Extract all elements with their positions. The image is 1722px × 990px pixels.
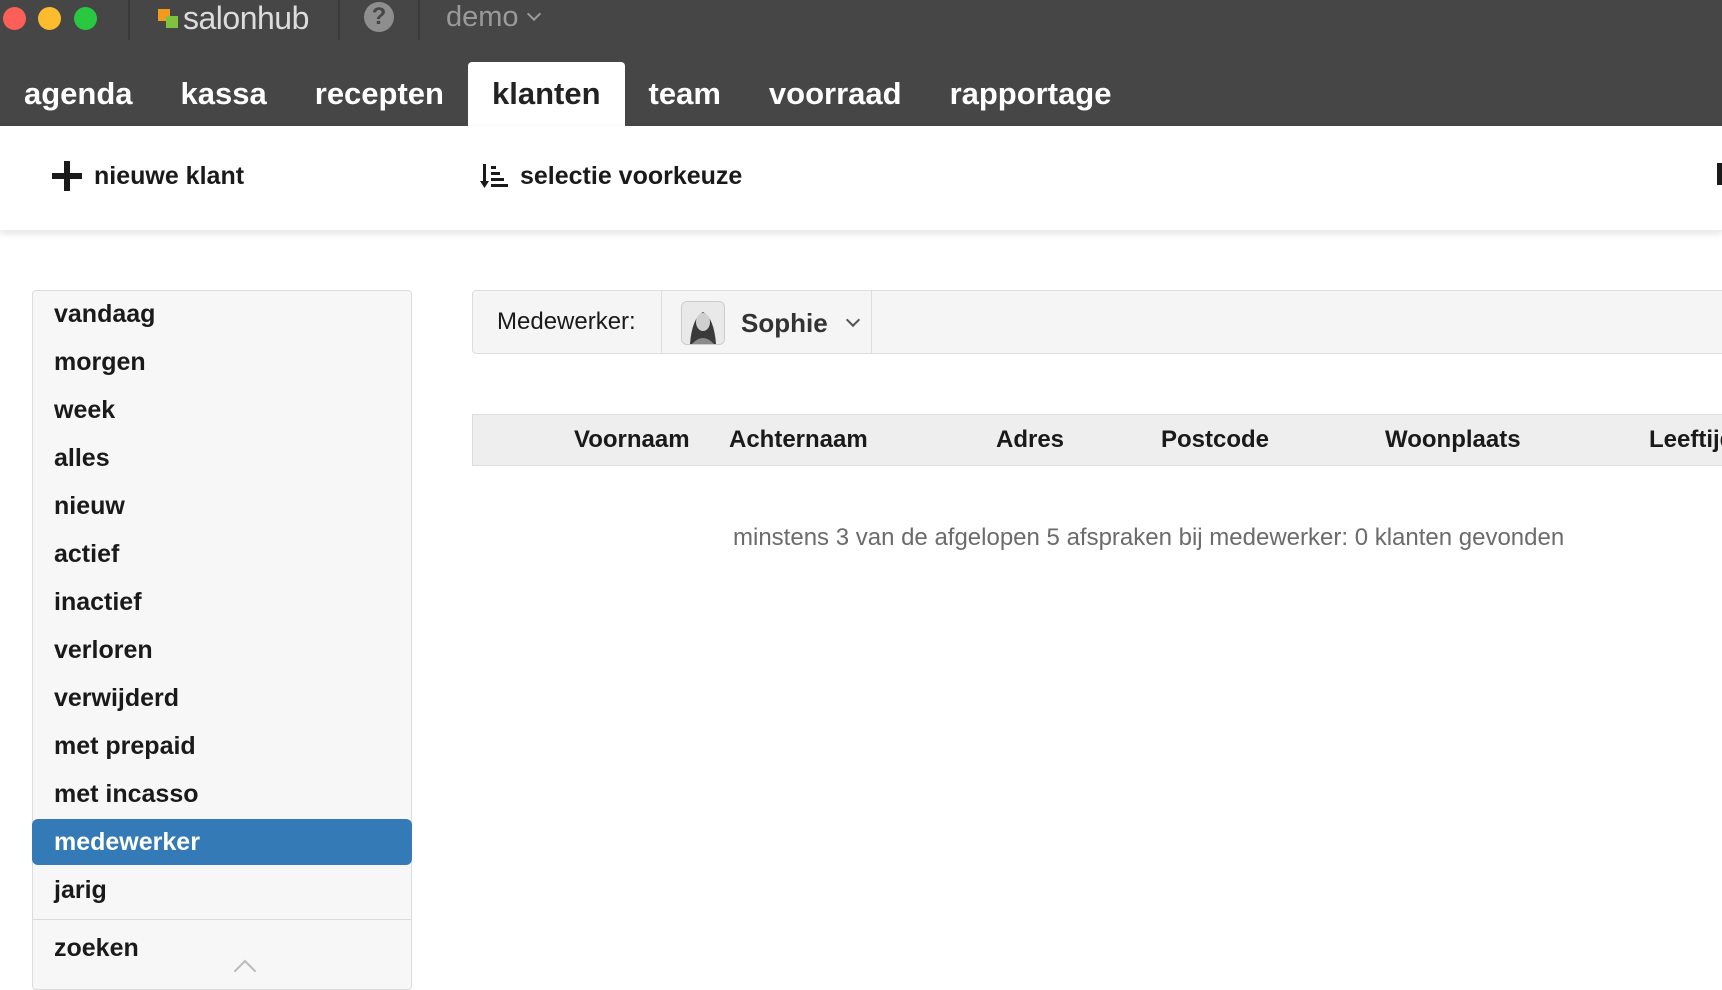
sidebar-item-jarig[interactable]: jarig — [32, 867, 412, 913]
selected-staff-name: Sophie — [741, 307, 828, 338]
sidebar-item-inactief[interactable]: inactief — [32, 579, 412, 625]
tab-rapportage[interactable]: rapportage — [926, 62, 1136, 126]
sidebar-item-medewerker[interactable]: medewerker — [32, 819, 412, 865]
sidebar-item-morgen[interactable]: morgen — [32, 339, 412, 385]
filter-divider — [661, 291, 662, 353]
logo-icon — [158, 7, 180, 29]
sidebar-item-met-incasso[interactable]: met incasso — [32, 771, 412, 817]
logo-text: salonhub — [183, 0, 309, 36]
tab-klanten[interactable]: klanten — [467, 62, 625, 126]
account-menu[interactable]: demo — [446, 0, 541, 34]
selection-preference-button[interactable]: selectie voorkeuze — [480, 156, 742, 196]
client-filter-sidebar: vandaag morgen week alles nieuw actief i… — [32, 290, 412, 990]
sidebar-item-zoeken[interactable]: zoeken — [32, 925, 412, 971]
toolbar-cutoff-item[interactable] — [1717, 163, 1722, 185]
staff-select[interactable]: Sophie — [681, 300, 860, 346]
action-toolbar: nieuwe klant selectie voorkeuze — [0, 126, 1722, 231]
account-label: demo — [446, 0, 519, 33]
tab-kassa[interactable]: kassa — [157, 62, 291, 126]
staff-filter-bar: Medewerker: Sophie — [472, 290, 1722, 354]
plus-icon — [52, 161, 82, 191]
sidebar-item-nieuw[interactable]: nieuw — [32, 483, 412, 529]
chevron-down-icon — [526, 6, 541, 22]
app-header: salonhub ? demo agenda kassa recepten kl… — [0, 0, 1722, 126]
sidebar-item-week[interactable]: week — [32, 387, 412, 433]
staff-avatar — [681, 301, 725, 345]
sidebar-item-alles[interactable]: alles — [32, 435, 412, 481]
salonhub-logo[interactable]: salonhub — [158, 0, 309, 36]
staff-avatar-image — [682, 302, 724, 344]
chevron-down-icon — [845, 312, 860, 328]
sidebar-divider — [33, 919, 411, 920]
header-divider — [338, 0, 340, 40]
help-icon[interactable]: ? — [364, 2, 394, 32]
selection-preference-label: selectie voorkeuze — [520, 161, 743, 190]
clients-table-header: Voornaam Achternaam Adres Postcode Woonp… — [472, 414, 1722, 466]
sidebar-item-verloren[interactable]: verloren — [32, 627, 412, 673]
column-header-leeftijd[interactable]: Leeftijd — [1649, 415, 1722, 465]
main-nav-tabs: agenda kassa recepten klanten team voorr… — [0, 62, 1135, 126]
window-close-button[interactable] — [3, 7, 26, 30]
staff-filter-label: Medewerker: — [497, 308, 636, 335]
sidebar-item-verwijderd[interactable]: verwijderd — [32, 675, 412, 721]
column-header-voornaam[interactable]: Voornaam — [574, 415, 690, 465]
sort-icon — [480, 164, 508, 188]
column-header-adres[interactable]: Adres — [996, 415, 1064, 465]
tab-team[interactable]: team — [625, 62, 745, 126]
header-divider — [418, 0, 420, 40]
window-zoom-button[interactable] — [74, 7, 97, 30]
tab-recepten[interactable]: recepten — [291, 62, 468, 126]
sidebar-item-vandaag[interactable]: vandaag — [32, 291, 412, 337]
tab-voorraad[interactable]: voorraad — [745, 62, 926, 126]
sidebar-item-actief[interactable]: actief — [32, 531, 412, 577]
new-client-label: nieuwe klant — [94, 161, 245, 190]
header-divider — [128, 0, 130, 40]
column-header-postcode[interactable]: Postcode — [1161, 415, 1269, 465]
tab-agenda[interactable]: agenda — [0, 62, 157, 126]
column-header-achternaam[interactable]: Achternaam — [729, 415, 868, 465]
sidebar-item-met-prepaid[interactable]: met prepaid — [32, 723, 412, 769]
filter-divider — [871, 291, 872, 353]
new-client-button[interactable]: nieuwe klant — [52, 156, 244, 196]
empty-results-message: minstens 3 van de afgelopen 5 afspraken … — [733, 524, 1565, 551]
column-header-woonplaats[interactable]: Woonplaats — [1385, 415, 1521, 465]
window-minimize-button[interactable] — [38, 7, 61, 30]
